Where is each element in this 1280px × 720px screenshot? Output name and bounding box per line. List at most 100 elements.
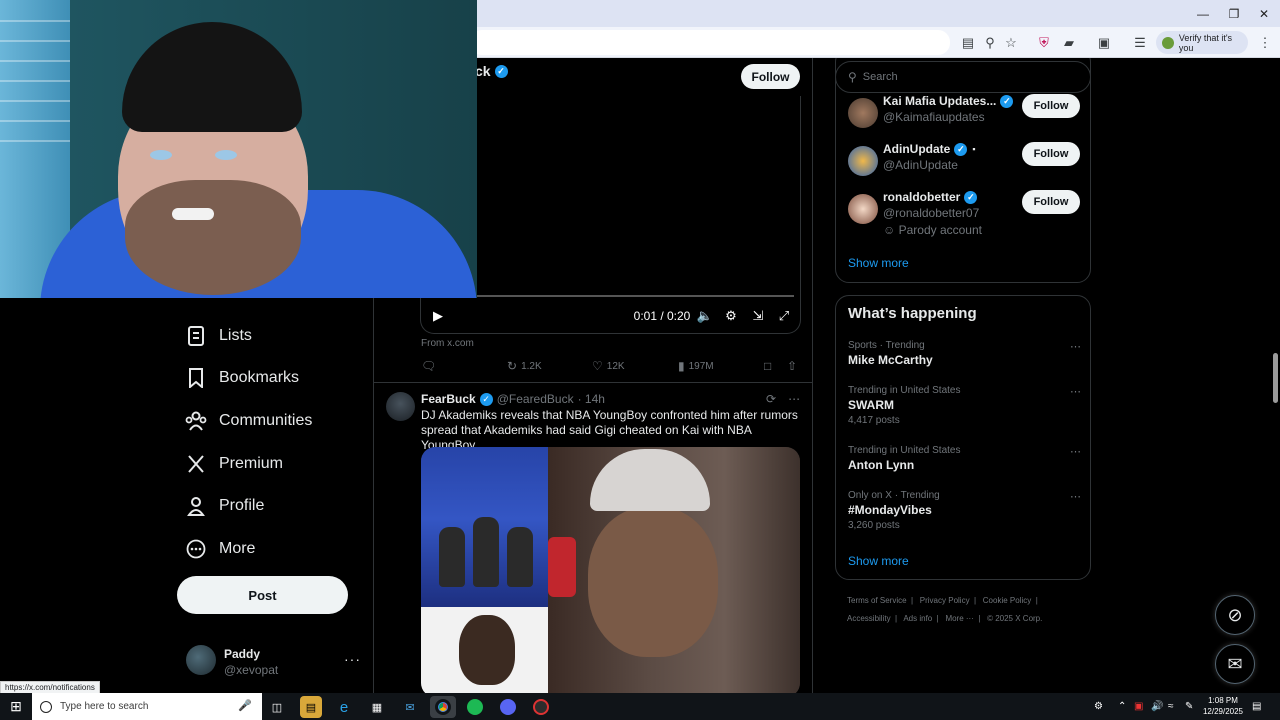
follow-button[interactable]: Follow [1022, 94, 1080, 118]
video-player[interactable]: ▶ 0:01 / 0:20 🔈 ⚙ ⇲ ⤢ [420, 96, 801, 334]
views-button[interactable]: ▮ 197M [678, 358, 714, 374]
media-courtside-photo [421, 447, 548, 607]
store-icon[interactable]: ▦ [366, 696, 388, 718]
footer-link[interactable]: Privacy Policy [920, 596, 970, 605]
trend-item[interactable]: Sports · Trending Mike McCarthy ⋯ [848, 340, 1082, 367]
show-more-link[interactable]: Show more [848, 256, 909, 270]
reply-button[interactable]: 🗨 [421, 358, 440, 374]
close-icon[interactable]: ✕ [1249, 0, 1279, 27]
like-button[interactable]: ♡ 12K [592, 358, 625, 374]
windows-start-icon[interactable]: ⊞ [0, 693, 32, 720]
address-bar[interactable] [470, 30, 950, 55]
star-icon[interactable]: ☆ [1001, 33, 1021, 53]
trend-item[interactable]: Trending in United States Anton Lynn ⋯ [848, 445, 1082, 472]
follow-suggestion[interactable]: AdinUpdate ✓ ▪ @AdinUpdate Follow [848, 142, 1082, 182]
account-name: Paddy [224, 647, 261, 661]
follow-button[interactable]: Follow [741, 64, 800, 89]
network-icon[interactable]: ≈ [1168, 693, 1174, 720]
shield-extension-icon[interactable]: ⛨ [1034, 33, 1054, 53]
install-icon[interactable]: ▤ [958, 33, 978, 53]
play-icon[interactable]: ▶ [427, 306, 449, 326]
video-source[interactable]: From x.com [421, 338, 474, 349]
zoom-icon[interactable]: ⚲ [980, 33, 1000, 53]
bookmark-button[interactable]: □ [764, 358, 775, 374]
trend-more-icon[interactable]: ⋯ [1070, 385, 1082, 398]
follow-button[interactable]: Follow [1022, 142, 1080, 166]
tray-chevron-icon[interactable]: ⌃ [1118, 693, 1126, 720]
show-more-link[interactable]: Show more [848, 554, 909, 568]
mute-icon[interactable]: 🔈 [695, 306, 715, 326]
trend-item[interactable]: Trending in United States SWARM 4,417 po… [848, 385, 1082, 426]
people-icon[interactable]: ⚙ [1094, 693, 1103, 720]
account-menu-icon[interactable]: ··· [344, 651, 361, 667]
nav-lists[interactable]: Lists [183, 317, 252, 355]
pen-icon[interactable]: ✎ [1185, 693, 1193, 720]
suggestion-name: ronaldobetter ✓ [883, 190, 978, 204]
restore-icon[interactable]: ❐ [1219, 0, 1249, 27]
account-switcher[interactable]: Paddy @xevopat ··· [186, 645, 366, 681]
verify-button[interactable]: Verify that it's you [1156, 31, 1248, 54]
chrome-icon[interactable] [430, 696, 456, 718]
scrollbar[interactable] [1270, 58, 1280, 693]
minimize-icon[interactable]: — [1188, 0, 1218, 27]
follow-suggestion[interactable]: Kai Mafia Updates... ✓ @Kaimafiaupdates F… [848, 94, 1082, 134]
tab-search-icon[interactable]: ▣ [1094, 33, 1114, 53]
fullscreen-icon[interactable]: ⤢ [774, 306, 794, 326]
trend-item[interactable]: Only on X · Trending #MondayVibes 3,260 … [848, 490, 1082, 531]
file-explorer-icon[interactable]: ▤ [300, 696, 322, 718]
browser-menu-icon[interactable]: ⋮ [1255, 33, 1275, 53]
footer-link[interactable]: Cookie Policy [983, 596, 1031, 605]
microphone-icon[interactable]: 🎤 [238, 699, 252, 712]
notifications-icon[interactable]: ▤ [1252, 693, 1261, 720]
footer-link[interactable]: More ··· [945, 614, 973, 623]
footer-link[interactable]: Terms of Service [847, 596, 907, 605]
nav-bookmarks-label: Bookmarks [219, 369, 300, 386]
video-progress-bar[interactable] [430, 295, 794, 297]
task-view-icon[interactable]: ◫ [266, 696, 288, 718]
tray-app-icon[interactable]: ▣ [1134, 693, 1143, 720]
grok-icon[interactable]: ⟳ [766, 392, 776, 406]
nav-communities[interactable]: Communities [183, 402, 312, 440]
tweet-author-name[interactable]: FearBuck [421, 392, 476, 406]
spotify-icon[interactable] [464, 696, 486, 718]
nav-bookmarks[interactable]: Bookmarks [183, 359, 299, 397]
extensions-icon[interactable]: ▰ [1059, 33, 1079, 53]
taskbar-search-input[interactable]: Type here to search 🎤 [32, 693, 262, 720]
messages-fab-icon[interactable]: ✉ [1215, 644, 1255, 684]
post-button[interactable]: Post [177, 576, 348, 614]
more-icon[interactable]: ⋯ [788, 392, 800, 406]
share-button[interactable]: ⇧ [787, 358, 801, 374]
tweet-author-handle[interactable]: @FearedBuck [497, 392, 574, 406]
views-count: 197M [688, 360, 714, 372]
discord-icon[interactable] [497, 696, 519, 718]
tweet-media[interactable] [421, 447, 800, 693]
volume-icon[interactable]: 🔊 [1151, 693, 1163, 720]
app-icon[interactable] [530, 696, 552, 718]
trend-post-count: 4,417 posts [848, 415, 900, 426]
footer-link[interactable]: Ads info [903, 614, 932, 623]
top-tweet-author[interactable]: ck ✓ [475, 63, 508, 79]
pip-icon[interactable]: ⇲ [748, 306, 768, 326]
trend-more-icon[interactable]: ⋯ [1070, 490, 1082, 503]
bookmark-small-icon: □ [764, 359, 772, 373]
taskbar-clock[interactable]: 1:08 PM 12/29/2025 [1200, 695, 1246, 717]
trend-more-icon[interactable]: ⋯ [1070, 445, 1082, 458]
settings-icon[interactable]: ⚙ [721, 306, 741, 326]
affiliate-badge-icon: ▪ [972, 144, 976, 154]
reading-list-icon[interactable]: ☰ [1130, 33, 1150, 53]
nav-profile[interactable]: Profile [183, 487, 264, 525]
edge-icon[interactable]: e [333, 696, 355, 718]
trend-more-icon[interactable]: ⋯ [1070, 340, 1082, 353]
avatar[interactable] [386, 392, 415, 421]
scrollbar-thumb[interactable] [1273, 353, 1278, 403]
grok-fab-icon[interactable]: ⊘ [1215, 595, 1255, 635]
nav-premium[interactable]: Premium [183, 445, 283, 483]
follow-button[interactable]: Follow [1022, 190, 1080, 214]
nav-more[interactable]: More [183, 530, 255, 568]
footer-link[interactable]: Accessibility [847, 614, 891, 623]
tweet-time[interactable]: · 14h [578, 392, 605, 406]
lists-icon [183, 323, 209, 349]
media-figure [507, 527, 533, 587]
mail-icon[interactable]: ✉ [399, 696, 421, 718]
repost-button[interactable]: ↻ 1.2K [507, 358, 542, 374]
